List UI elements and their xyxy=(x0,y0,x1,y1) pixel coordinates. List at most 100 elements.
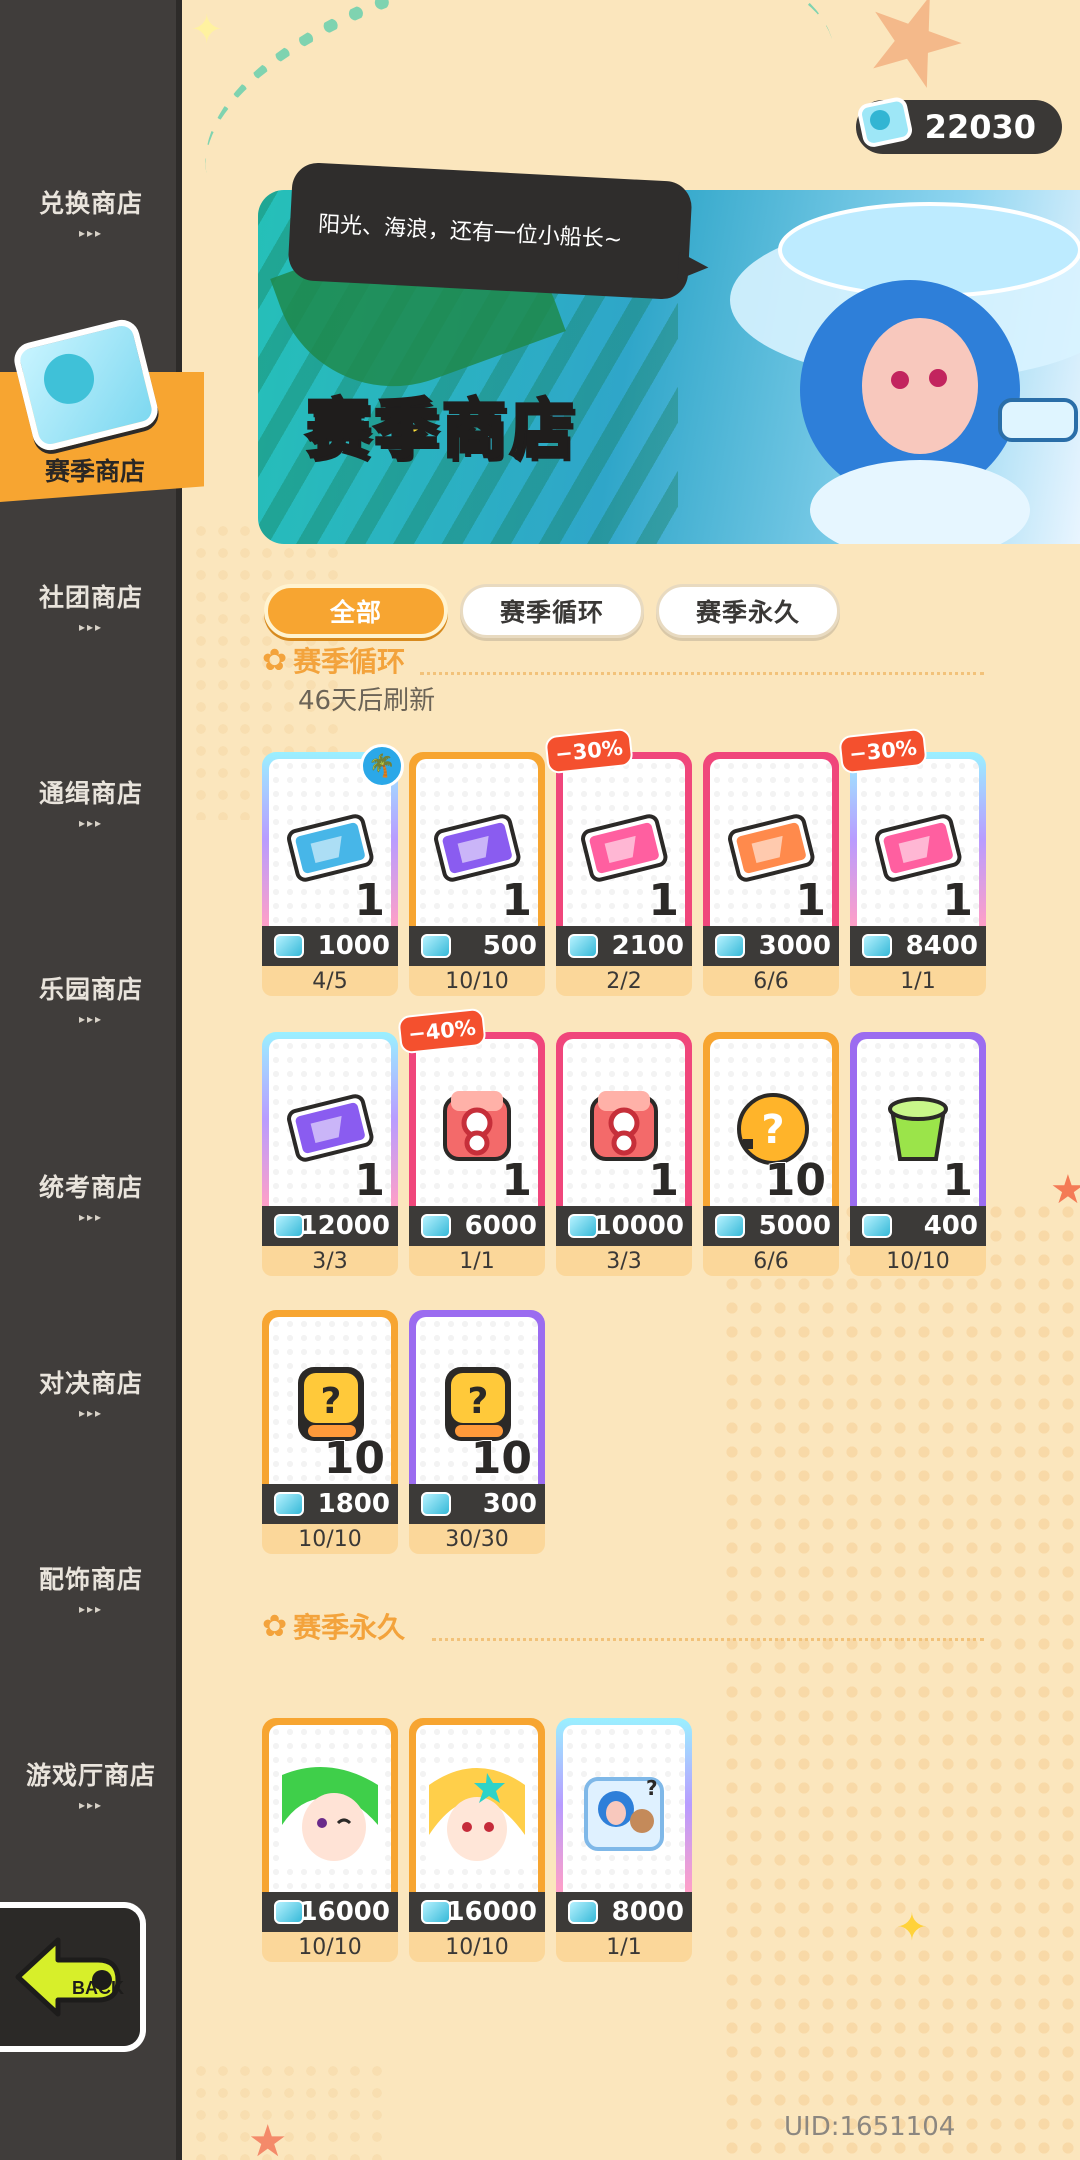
shop-sidebar xyxy=(0,0,182,2160)
item-purchase-limit: 10/10 xyxy=(409,1932,545,1962)
sidebar-item-label: 统考商店 xyxy=(38,1173,143,1202)
item-price: 5000 xyxy=(703,1206,839,1246)
item-price-value: 1800 xyxy=(317,1489,390,1519)
tab-label: 赛季永久 xyxy=(695,598,800,627)
banner-speech-bubble: 阳光、海浪，还有一位小船长~ xyxy=(287,161,693,301)
shop-item-card[interactable]: 1 500 10/10 xyxy=(409,752,545,996)
item-image-area: 1 xyxy=(857,759,979,926)
season-ticket-icon xyxy=(858,97,913,147)
sidebar-item-duel-shop[interactable]: 对决商店 ▸▸▸ xyxy=(0,1342,182,1442)
flower-icon: ✿ xyxy=(262,1608,288,1644)
item-image-area: ? 10 xyxy=(710,1039,832,1206)
item-quantity: 10 xyxy=(323,1432,386,1484)
shop-item-card[interactable]: 1 6000 1/1 −40% xyxy=(397,1007,545,1276)
swimsuit-character-art xyxy=(730,202,1080,544)
shop-item-card[interactable]: 1 8400 1/1 −30% xyxy=(838,727,986,996)
sidebar-item-park-shop[interactable]: 乐园商店 ▸▸▸ xyxy=(0,948,182,1048)
sidebar-item-exchange-shop[interactable]: 兑换商店 ▸▸▸ xyxy=(0,162,182,262)
item-purchase-limit: 10/10 xyxy=(409,966,545,996)
season-ticket-icon xyxy=(715,934,745,958)
item-frame: 1 xyxy=(409,752,545,926)
sidebar-item-arcade-shop[interactable]: 游戏厅商店 ▸▸▸ xyxy=(0,1734,182,1834)
season-ticket-icon xyxy=(568,1214,598,1238)
shop-item-card[interactable]: 1 3000 6/6 xyxy=(703,752,839,996)
item-purchase-limit: 1/1 xyxy=(409,1246,545,1276)
shop-item-card[interactable]: 16000 10/10 xyxy=(262,1718,398,1962)
shop-item-card[interactable]: ? 10 300 30/30 xyxy=(409,1310,545,1554)
chevrons-icon: ▸▸▸ xyxy=(78,1798,104,1812)
item-quantity: 1 xyxy=(647,874,680,926)
sidebar-item-wanted-shop[interactable]: 通缉商店 ▸▸▸ xyxy=(0,752,182,852)
item-price: 500 xyxy=(409,926,545,966)
item-price: 6000 xyxy=(409,1206,545,1246)
chevrons-icon: ▸▸▸ xyxy=(78,1406,104,1420)
item-price: 8400 xyxy=(850,926,986,966)
item-frame xyxy=(262,1718,398,1892)
item-price: 16000 xyxy=(409,1892,545,1932)
item-price: 16000 xyxy=(262,1892,398,1932)
shop-item-card[interactable]: ? 10 5000 6/6 xyxy=(703,1032,839,1276)
item-frame: 1 xyxy=(850,1032,986,1206)
item-quantity: 1 xyxy=(353,874,386,926)
item-purchase-limit: 2/2 xyxy=(556,966,692,996)
item-frame: 1 xyxy=(703,752,839,926)
sidebar-item-club-shop[interactable]: 社团商店 ▸▸▸ xyxy=(0,556,182,656)
shop-item-card[interactable]: 1 10000 3/3 xyxy=(556,1032,692,1276)
item-price-value: 8400 xyxy=(905,931,978,961)
season-ticket-icon xyxy=(421,1492,451,1516)
item-price-value: 16000 xyxy=(446,1897,537,1927)
background-dots xyxy=(190,2060,390,2160)
sidebar-item-accessory-shop[interactable]: 配饰商店 ▸▸▸ xyxy=(0,1538,182,1638)
shop-item-card[interactable]: 1 1000 4/5 🌴 xyxy=(262,744,404,996)
item-image-area: 1 xyxy=(857,1039,979,1206)
tab-season-cycle[interactable]: 赛季循环 xyxy=(460,584,644,638)
item-image-area: 1 xyxy=(416,1039,538,1206)
shop-item-card[interactable]: 1 12000 3/3 xyxy=(262,1032,398,1276)
item-image-area: ? 10 xyxy=(269,1317,391,1484)
shop-item-card[interactable]: 16000 10/10 xyxy=(409,1718,545,1962)
green-hair-avatar-icon xyxy=(282,1765,378,1865)
item-image-area: 1 xyxy=(563,1039,685,1206)
item-price-value: 300 xyxy=(482,1489,537,1519)
item-quantity: 1 xyxy=(941,874,974,926)
item-frame: ? 10 xyxy=(703,1032,839,1206)
shop-item-card[interactable]: ? 8000 1/1 xyxy=(556,1718,692,1962)
item-purchase-limit: 6/6 xyxy=(703,1246,839,1276)
chevrons-icon: ▸▸▸ xyxy=(78,226,104,240)
blonde-avatar-icon xyxy=(429,1765,525,1865)
back-arrow-icon: BACK xyxy=(15,1937,124,2017)
section-title-permanent: ✿ 赛季永久 xyxy=(262,1606,405,1646)
item-purchase-limit: 4/5 xyxy=(262,966,398,996)
item-purchase-limit: 1/1 xyxy=(556,1932,692,1962)
item-frame: ? 10 xyxy=(262,1310,398,1484)
back-label: BACK xyxy=(72,1978,124,1998)
section-divider xyxy=(420,672,984,675)
tab-season-permanent[interactable]: 赛季永久 xyxy=(656,584,840,638)
shop-item-card[interactable]: 1 400 10/10 xyxy=(850,1032,986,1276)
shop-item-card[interactable]: ? 10 1800 10/10 xyxy=(262,1310,398,1554)
item-image-area: 1 xyxy=(563,759,685,926)
season-ticket-icon xyxy=(274,934,304,958)
season-ticket-icon xyxy=(568,1900,598,1924)
item-image-area: 1 xyxy=(710,759,832,926)
item-quantity: 10 xyxy=(764,1154,827,1206)
item-price-value: 1000 xyxy=(317,931,390,961)
item-image-area: ? xyxy=(563,1725,685,1892)
sidebar-item-label: 乐园商店 xyxy=(38,975,143,1004)
section-title-cycle: ✿ 赛季循环 xyxy=(262,640,405,680)
shop-item-card[interactable]: 1 2100 2/2 −30% xyxy=(544,727,692,996)
section-title-text: 赛季永久 xyxy=(293,1611,406,1644)
sidebar-item-label: 兑换商店 xyxy=(38,189,143,218)
season-ticket-icon xyxy=(715,1214,745,1238)
item-price: 1800 xyxy=(262,1484,398,1524)
item-frame: 1 xyxy=(556,1032,692,1206)
tab-all[interactable]: 全部 xyxy=(264,584,448,638)
item-price: 1000 xyxy=(262,926,398,966)
back-button[interactable]: BACK xyxy=(0,1902,146,2052)
banner-title: 赛季商店 xyxy=(305,392,578,469)
sidebar-item-exam-shop[interactable]: 统考商店 ▸▸▸ xyxy=(0,1146,182,1246)
refresh-countdown: 46天后刷新 xyxy=(298,686,436,716)
season-ticket-icon xyxy=(274,1900,304,1924)
item-image-area xyxy=(269,1725,391,1892)
item-image-area: 1 xyxy=(269,1039,391,1206)
